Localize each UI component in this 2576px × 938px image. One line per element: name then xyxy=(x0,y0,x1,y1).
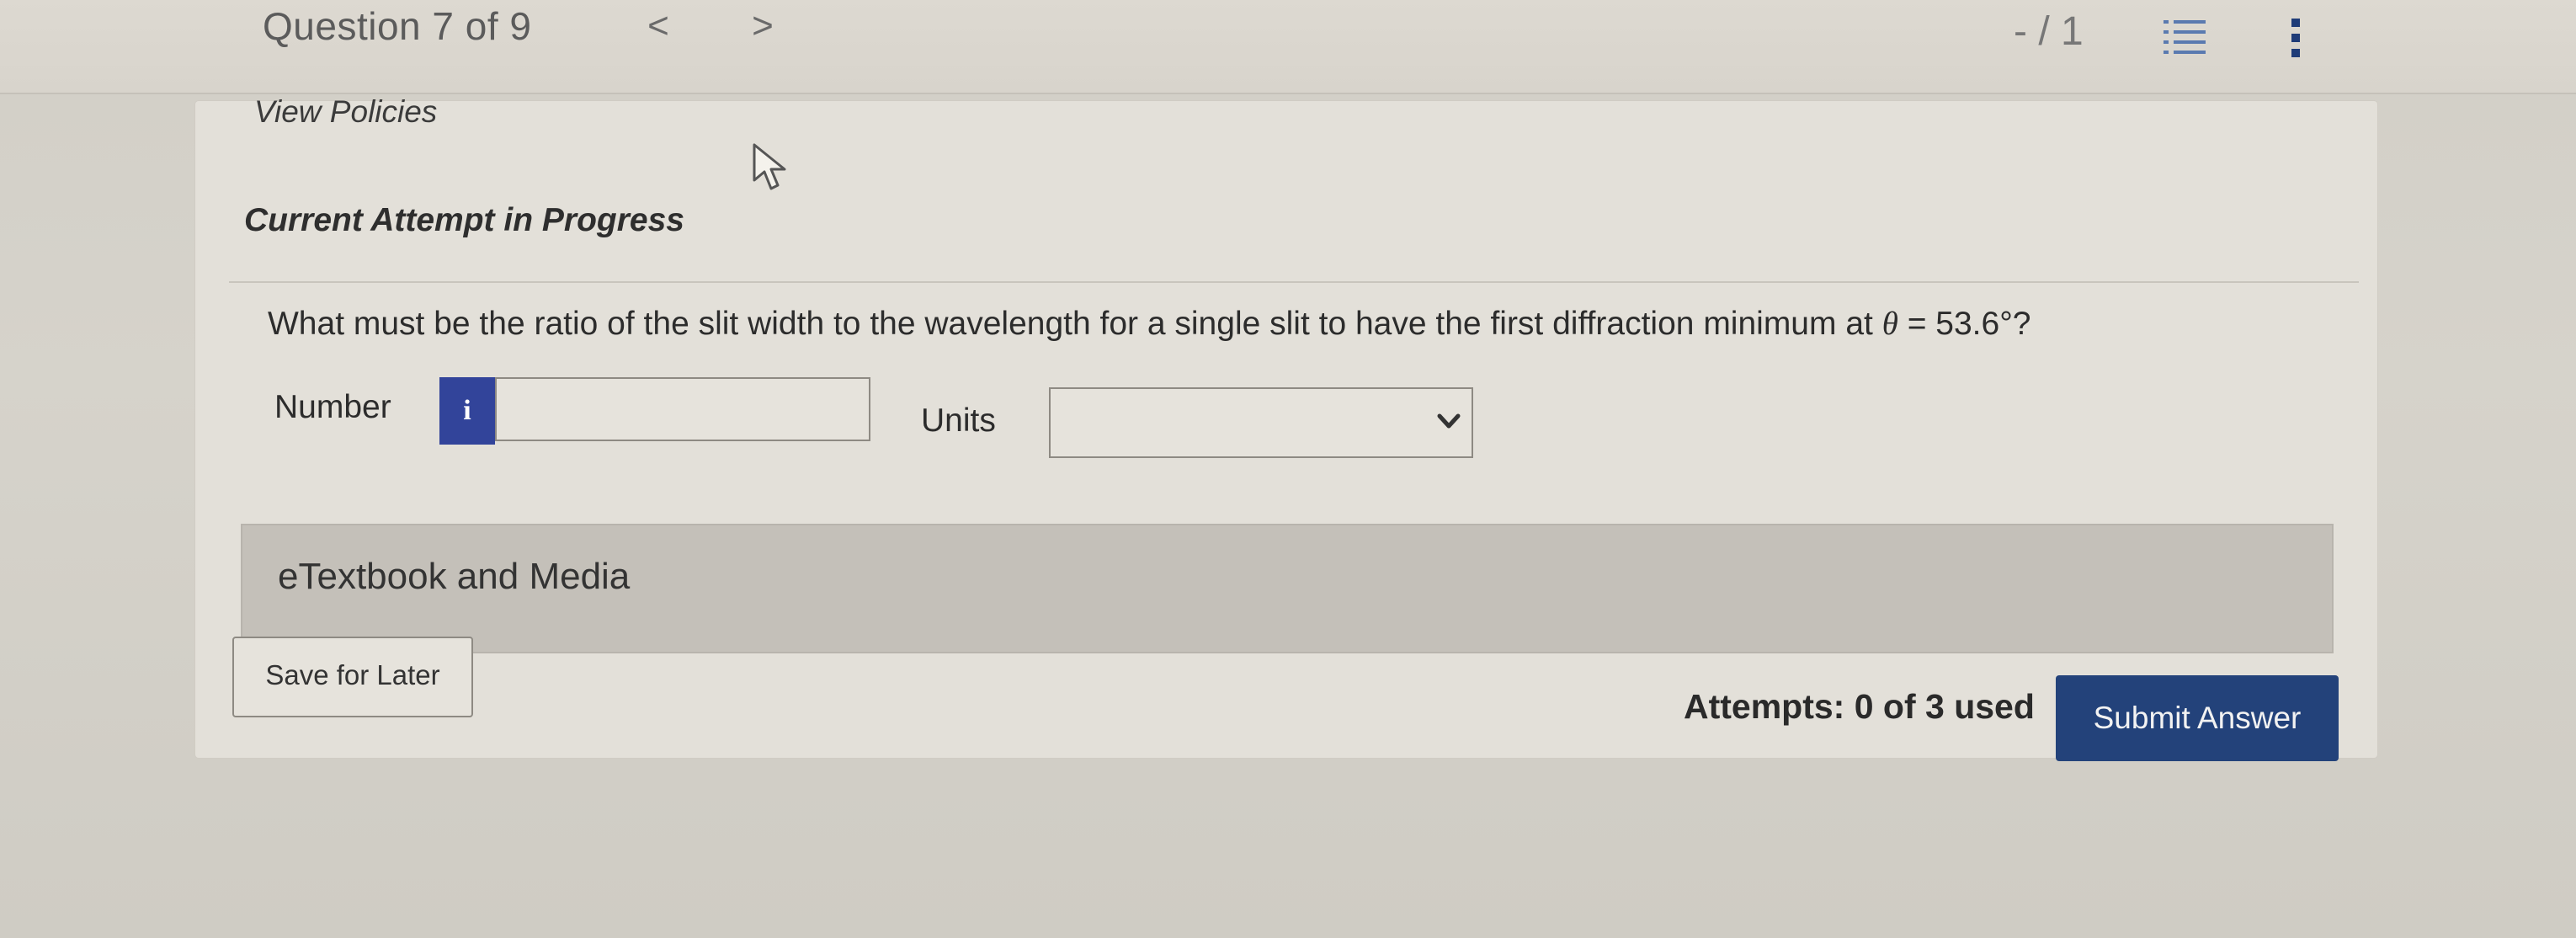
section-divider xyxy=(229,281,2359,283)
top-navigation-bar: Question 7 of 9 < > - / 1 xyxy=(0,0,2576,94)
chevron-down-icon xyxy=(1437,413,1461,429)
attempts-counter: Attempts: 0 of 3 used xyxy=(1684,687,2035,726)
submit-answer-button[interactable]: Submit Answer xyxy=(2056,675,2339,761)
question-counter: Question 7 of 9 xyxy=(263,4,532,48)
etextbook-media-bar[interactable]: eTextbook and Media xyxy=(241,524,2334,653)
view-policies-link[interactable]: View Policies xyxy=(254,94,437,130)
number-label: Number xyxy=(274,389,391,425)
units-select[interactable] xyxy=(1049,387,1473,458)
more-vertical-icon[interactable] xyxy=(2280,13,2313,64)
next-question-button[interactable]: > xyxy=(737,5,788,47)
etextbook-media-label: eTextbook and Media xyxy=(278,556,631,597)
score-display: - / 1 xyxy=(2014,9,2084,54)
attempt-status-heading: Current Attempt in Progress xyxy=(244,202,684,238)
question-text: What must be the ratio of the slit width… xyxy=(268,305,2031,343)
question-text-start: What must be the ratio of the slit width… xyxy=(268,306,1882,342)
save-for-later-button[interactable]: Save for Later xyxy=(232,637,473,717)
number-input[interactable] xyxy=(495,377,870,441)
list-icon[interactable] xyxy=(2162,15,2209,62)
units-label: Units xyxy=(921,402,996,439)
previous-question-button[interactable]: < xyxy=(633,5,684,47)
info-button[interactable]: i xyxy=(439,377,495,445)
question-text-end: = 53.6°? xyxy=(1897,306,2031,342)
theta-symbol: θ xyxy=(1881,306,1898,342)
mouse-cursor-icon xyxy=(753,143,786,190)
